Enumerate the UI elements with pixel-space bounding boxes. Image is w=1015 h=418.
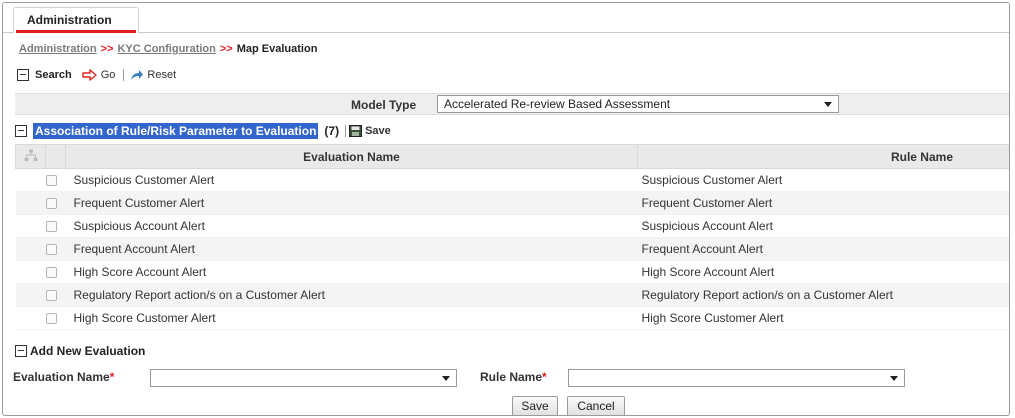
collapse-grid-icon[interactable] [15,125,27,137]
evaluation-name-cell: Suspicious Account Alert [65,214,638,238]
evaluation-name-label-text: Evaluation Name [13,370,110,384]
row-checkbox[interactable] [45,244,57,256]
toolbar-divider [345,125,347,137]
grid-header-bar: Association of Rule/Risk Parameter to Ev… [15,122,391,140]
rule-name-cell: High Score Account Alert [637,260,1009,284]
row-checkbox[interactable] [45,267,57,279]
grid-save-label: Save [365,125,391,137]
rule-name-label: Rule Name* [480,370,547,384]
rule-name-cell: Suspicious Customer Alert [637,168,1009,192]
evaluation-name-cell: Frequent Account Alert [65,237,638,261]
dropdown-arrow-icon [442,376,450,381]
go-label: Go [100,69,116,81]
breadcrumb-link-administration[interactable]: Administration [19,43,97,55]
app-frame: Administration Administration >> KYC Confi… [2,2,1010,416]
column-header-evaluation-name[interactable]: Evaluation Name [65,144,638,169]
breadcrumb-current: Map Evaluation [236,43,318,55]
table-row[interactable]: Regulatory Report action/s on a Customer… [15,283,1009,307]
reset-icon [131,70,144,80]
dropdown-arrow-icon [824,102,832,107]
breadcrumb-link-kyc-configuration[interactable]: KYC Configuration [117,43,215,55]
tab-administration[interactable]: Administration [13,7,139,33]
rule-name-cell: Frequent Customer Alert [637,191,1009,215]
model-type-row: Model Type Accelerated Re-review Based A… [15,93,1009,115]
grid-count: (7) [324,124,340,138]
go-button[interactable]: Go [82,69,116,81]
form-buttons: Save Cancel [3,396,1009,415]
table-row[interactable]: High Score Account Alert High Score Acco… [15,260,1009,284]
row-checkbox[interactable] [45,290,57,302]
add-section-title: Add New Evaluation [30,344,146,358]
model-type-value: Accelerated Re-review Based Assessment [444,97,671,111]
rule-name-cell: Frequent Account Alert [637,237,1009,261]
evaluation-name-cell: Regulatory Report action/s on a Customer… [65,283,638,307]
search-toolbar: Search Go Reset [17,66,176,84]
reset-button[interactable]: Reset [130,69,176,81]
save-disk-icon [349,125,363,137]
checkbox-column-header [45,144,66,169]
evaluation-grid: Evaluation Name Rule Name Suspicious Cus… [15,144,1009,330]
evaluation-name-cell: Frequent Customer Alert [65,191,638,215]
reset-label: Reset [147,69,177,81]
tab-bar: Administration [3,3,1009,33]
select-all-header[interactable] [15,144,46,169]
hierarchy-icon [24,149,37,161]
breadcrumb-separator: >> [100,43,114,55]
collapse-search-icon[interactable] [17,69,29,81]
model-type-select[interactable]: Accelerated Re-review Based Assessment [437,95,839,113]
table-row[interactable]: Frequent Account Alert Frequent Account … [15,237,1009,261]
row-checkbox[interactable] [45,175,57,187]
grid-header-row: Evaluation Name Rule Name [15,144,1009,169]
rule-name-cell: High Score Customer Alert [637,306,1009,330]
rule-name-label-text: Rule Name [480,370,543,384]
table-row[interactable]: Frequent Customer Alert Frequent Custome… [15,191,1009,215]
table-row[interactable]: High Score Customer Alert High Score Cus… [15,306,1009,330]
breadcrumb-separator: >> [219,43,233,55]
active-tab-indicator [16,30,136,33]
rule-name-cell: Suspicious Account Alert [637,214,1009,238]
rule-name-cell: Regulatory Report action/s on a Customer… [637,283,1009,307]
toolbar-divider [123,69,125,81]
cancel-button[interactable]: Cancel [567,396,625,415]
table-row[interactable]: Suspicious Customer Alert Suspicious Cus… [15,168,1009,192]
row-checkbox[interactable] [45,198,57,210]
add-evaluation-form: Evaluation Name* Rule Name* [3,367,1009,391]
row-checkbox[interactable] [45,313,57,325]
evaluation-name-cell: High Score Account Alert [65,260,638,284]
go-arrow-icon [82,69,97,81]
tab-label: Administration [27,13,112,27]
grid-save-button[interactable]: Save [349,125,391,137]
required-marker: * [542,370,547,384]
save-button[interactable]: Save [512,396,558,415]
evaluation-name-cell: Suspicious Customer Alert [65,168,638,192]
rule-name-select[interactable] [568,369,905,387]
grid-title: Association of Rule/Risk Parameter to Ev… [33,123,319,139]
evaluation-name-label: Evaluation Name* [13,370,114,384]
column-header-rule-name[interactable]: Rule Name [637,144,1009,169]
required-marker: * [109,370,115,384]
breadcrumb: Administration >> KYC Configuration >> Map E… [19,43,317,55]
table-row[interactable]: Suspicious Account Alert Suspicious Acco… [15,214,1009,238]
evaluation-name-select[interactable] [150,369,457,387]
dropdown-arrow-icon [890,376,898,381]
row-checkbox[interactable] [45,221,57,233]
search-title: Search [35,69,72,81]
collapse-add-section-icon[interactable] [15,345,27,357]
add-evaluation-header: Add New Evaluation [15,343,145,359]
model-type-label: Model Type [351,98,417,112]
evaluation-name-cell: High Score Customer Alert [65,306,638,330]
